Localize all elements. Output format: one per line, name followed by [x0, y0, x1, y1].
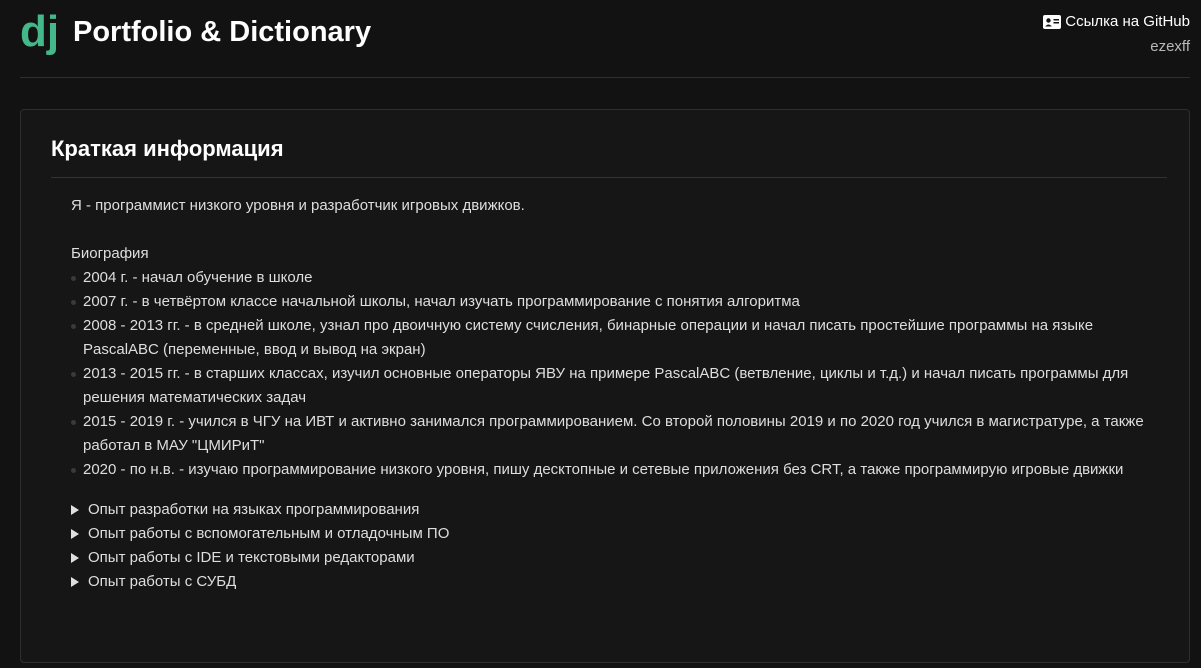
card-divider — [51, 177, 1167, 178]
biography-item: 2020 - по н.в. - изучаю программирование… — [71, 458, 1171, 482]
biography-item: 2015 - 2019 г. - учился в ЧГУ на ИВТ и а… — [71, 410, 1171, 458]
page-header: dj Portfolio & Dictionary Ссылка на GitH… — [20, 0, 1190, 78]
biography-item: 2013 - 2015 гг. - в старших классах, изу… — [71, 362, 1171, 410]
logo-text: dj — [20, 8, 59, 56]
biography-heading: Биография — [71, 245, 149, 262]
section-programming-languages[interactable]: Опыт разработки на языках программирован… — [71, 498, 1171, 522]
section-label[interactable]: Опыт работы с IDE и текстовыми редактора… — [88, 546, 415, 570]
section-label[interactable]: Опыт разработки на языках программирован… — [88, 498, 419, 522]
disclosure-triangle-icon[interactable] — [71, 505, 79, 515]
section-dbms[interactable]: Опыт работы с СУБД — [71, 570, 1171, 594]
section-auxiliary-software[interactable]: Опыт работы с вспомогательным и отладочн… — [71, 522, 1171, 546]
site-title[interactable]: Portfolio & Dictionary — [73, 14, 371, 50]
biography-item: 2007 г. - в четвёртом классе начальной ш… — [71, 290, 1171, 314]
django-logo-icon[interactable]: dj — [20, 8, 64, 60]
section-label[interactable]: Опыт работы с вспомогательным и отладочн… — [88, 522, 449, 546]
disclosure-triangle-icon[interactable] — [71, 553, 79, 563]
disclosure-triangle-icon[interactable] — [71, 529, 79, 539]
intro-text: Я - программист низкого уровня и разрабо… — [71, 197, 525, 214]
card-body: Я - программист низкого уровня и разрабо… — [71, 194, 1171, 594]
biography-list: 2004 г. - начал обучение в школе 2007 г.… — [71, 266, 1171, 482]
id-card-icon — [1043, 15, 1062, 29]
biography-item: 2004 г. - начал обучение в школе — [71, 266, 1171, 290]
section-label[interactable]: Опыт работы с СУБД — [88, 570, 236, 594]
summary-card: Краткая информация Я - программист низко… — [20, 109, 1190, 663]
username: ezexff — [1150, 38, 1190, 55]
github-link-label: Ссылка на GitHub — [1065, 13, 1190, 30]
collapsible-sections: Опыт разработки на языках программирован… — [71, 498, 1171, 594]
section-ide-editors[interactable]: Опыт работы с IDE и текстовыми редактора… — [71, 546, 1171, 570]
github-link[interactable]: Ссылка на GitHub — [1043, 12, 1190, 32]
biography-item: 2008 - 2013 гг. - в средней школе, узнал… — [71, 314, 1171, 362]
disclosure-triangle-icon[interactable] — [71, 577, 79, 587]
card-title: Краткая информация — [51, 136, 284, 161]
